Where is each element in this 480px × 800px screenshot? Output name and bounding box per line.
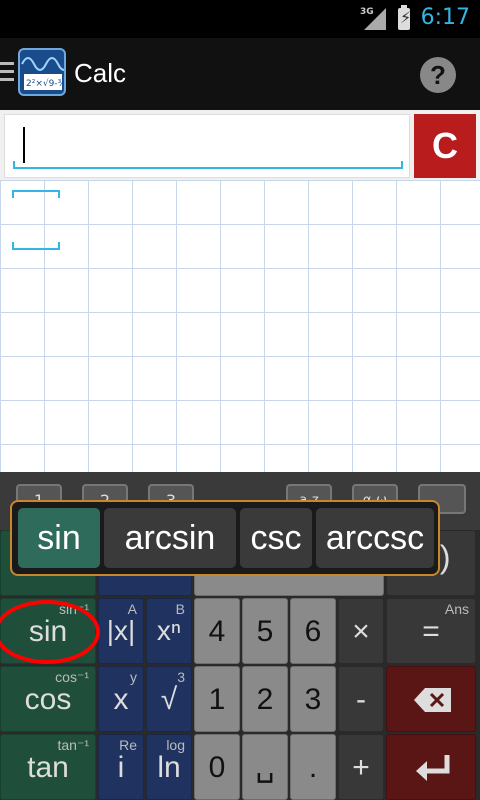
plus-key[interactable]: + — [338, 734, 384, 800]
result-bracket-top — [12, 190, 60, 198]
digit-3-key[interactable]: 3 — [290, 666, 336, 732]
worksheet-grid[interactable] — [0, 180, 480, 472]
backspace-icon — [414, 688, 451, 712]
digit-0-key[interactable]: 0 — [194, 734, 240, 800]
backspace-key[interactable] — [386, 666, 476, 732]
function-variants-popup: sin arcsin csc arccsc — [10, 500, 440, 576]
drawer-icon[interactable] — [0, 62, 14, 86]
sqrt-label: √ — [160, 683, 178, 716]
network-type: 3G — [360, 7, 374, 17]
digit-2-key[interactable]: 2 — [242, 666, 288, 732]
equals-key[interactable]: Ans = — [386, 598, 476, 664]
input-underline — [13, 161, 403, 169]
digit-5-key[interactable]: 5 — [242, 598, 288, 664]
app-title: Calc — [74, 58, 127, 88]
decimal-key[interactable]: . — [290, 734, 336, 800]
expression-input[interactable] — [4, 114, 410, 178]
power-key[interactable]: B xⁿ — [146, 598, 192, 664]
paren-close-label: ) — [439, 539, 451, 575]
ln-key[interactable]: log ln — [146, 734, 192, 800]
clear-button[interactable]: C — [414, 114, 476, 178]
clock: 6:17 — [420, 5, 470, 30]
charging-icon: ⚡ — [400, 8, 412, 27]
input-area: C — [0, 110, 480, 180]
digit-4-key[interactable]: 4 — [194, 598, 240, 664]
status-bar: 3G ⚡ 6:17 — [0, 0, 480, 38]
sqrt-key[interactable]: 3 √ — [146, 666, 192, 732]
tan-label: tan — [27, 751, 69, 784]
variable-label: x — [113, 683, 129, 716]
popup-sin-option[interactable]: sin — [18, 508, 100, 568]
multiply-key[interactable]: × — [338, 598, 384, 664]
action-bar: 2²×√9-³⁄₂ Calc ? — [0, 38, 480, 110]
popup-arccsc-option[interactable]: arccsc — [316, 508, 434, 568]
svg-text:2²×√9-³⁄₂: 2²×√9-³⁄₂ — [26, 78, 66, 89]
popup-arcsin-option[interactable]: arcsin — [104, 508, 236, 568]
app-logo-icon[interactable]: 2²×√9-³⁄₂ — [18, 48, 66, 96]
cos-key[interactable]: cos⁻¹ cos — [0, 666, 96, 732]
equals-label: = — [422, 615, 440, 648]
enter-icon — [416, 755, 450, 781]
variable-x-key[interactable]: y x — [98, 666, 144, 732]
digit-1-key[interactable]: 1 — [194, 666, 240, 732]
tan-key[interactable]: tan⁻¹ tan — [0, 734, 96, 800]
result-bracket-bottom — [12, 242, 60, 250]
imaginary-label: i — [117, 751, 125, 784]
popup-csc-option[interactable]: csc — [240, 508, 312, 568]
abs-label: |x| — [106, 615, 136, 646]
abs-key[interactable]: A |x| — [98, 598, 144, 664]
sin-label: sin — [28, 615, 68, 648]
power-label: xⁿ — [156, 615, 182, 646]
cos-label: cos — [24, 683, 72, 716]
minus-key[interactable]: - — [338, 666, 384, 732]
sin-key[interactable]: sin⁻¹ sin — [0, 598, 96, 664]
text-caret — [23, 127, 25, 163]
help-button[interactable]: ? — [420, 57, 456, 93]
ln-label: ln — [157, 751, 181, 784]
space-key[interactable]: ␣ — [242, 734, 288, 800]
enter-key[interactable] — [386, 734, 476, 800]
digit-6-key[interactable]: 6 — [290, 598, 336, 664]
imaginary-key[interactable]: Re i — [98, 734, 144, 800]
